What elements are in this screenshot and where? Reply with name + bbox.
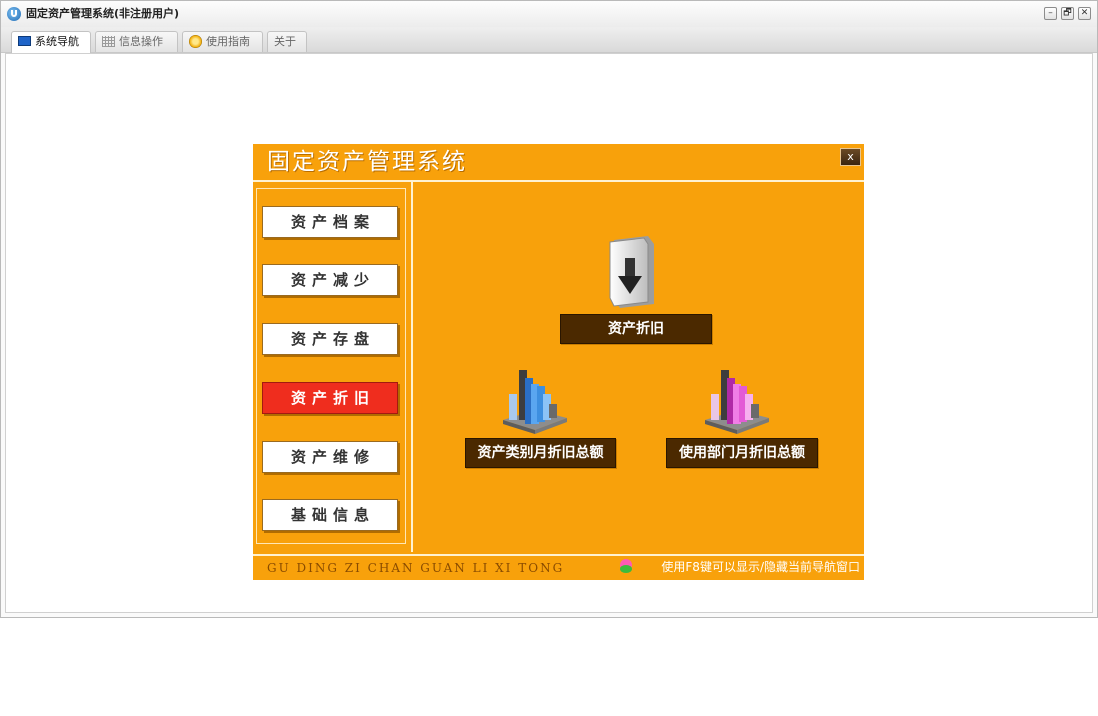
- nav-asset-depreciation-button[interactable]: 资产折旧: [262, 382, 398, 414]
- download-document-icon[interactable]: [608, 236, 658, 308]
- navigation-panel: 固定资产管理系统 x 资产档案 资产减少 资产存盘 资产折旧 资产维修 基础信息…: [253, 144, 864, 580]
- department-monthly-depreciation-button[interactable]: 使用部门月折旧总额: [666, 438, 818, 468]
- tip-flower-icon: [620, 559, 632, 575]
- nav-asset-archive-button[interactable]: 资产档案: [262, 206, 398, 238]
- tab-system-navigation[interactable]: 系统导航: [11, 31, 91, 53]
- tab-user-guide[interactable]: 使用指南: [182, 31, 263, 52]
- title-bar: 固定资产管理系统(非注册用户) – 🗗 ✕: [1, 1, 1097, 28]
- pink-bar-chart-icon[interactable]: [701, 364, 773, 434]
- nav-asset-inventory-button[interactable]: 资产存盘: [262, 323, 398, 355]
- tab-label: 信息操作: [119, 35, 163, 48]
- app-logo-icon: [7, 7, 21, 21]
- panel-title: 固定资产管理系统: [267, 149, 467, 175]
- blue-bar-chart-icon[interactable]: [499, 364, 571, 434]
- tab-label: 使用指南: [206, 35, 250, 48]
- tab-about[interactable]: 关于: [267, 31, 307, 52]
- tab-label: 关于: [274, 35, 296, 48]
- panel-footer: GU DING ZI CHAN GUAN LI XI TONG 使用F8键可以显…: [253, 554, 864, 580]
- window-title: 固定资产管理系统(非注册用户): [26, 7, 180, 20]
- footer-pinyin: GU DING ZI CHAN GUAN LI XI TONG: [267, 561, 565, 575]
- tab-information-operation[interactable]: 信息操作: [95, 31, 178, 52]
- guide-icon: [189, 34, 202, 48]
- panel-close-button[interactable]: x: [840, 148, 861, 166]
- monitor-icon: [18, 36, 31, 46]
- tab-label: 系统导航: [35, 35, 79, 48]
- grid-icon: [102, 35, 115, 47]
- category-monthly-depreciation-button[interactable]: 资产类别月折旧总额: [465, 438, 616, 468]
- nav-asset-reduction-button[interactable]: 资产减少: [262, 264, 398, 296]
- nav-basic-info-button[interactable]: 基础信息: [262, 499, 398, 531]
- nav-asset-maintenance-button[interactable]: 资产维修: [262, 441, 398, 473]
- sidebar: 资产档案 资产减少 资产存盘 资产折旧 资产维修 基础信息: [253, 182, 413, 552]
- asset-depreciation-button[interactable]: 资产折旧: [560, 314, 712, 344]
- footer-tip: 使用F8键可以显示/隐藏当前导航窗口: [661, 560, 860, 574]
- close-window-button[interactable]: ✕: [1078, 7, 1091, 20]
- panel-header: 固定资产管理系统 x: [253, 144, 864, 182]
- minimize-button[interactable]: –: [1044, 7, 1057, 20]
- tab-bar: 系统导航 信息操作 使用指南 关于: [1, 27, 1097, 53]
- restore-button[interactable]: 🗗: [1061, 7, 1074, 20]
